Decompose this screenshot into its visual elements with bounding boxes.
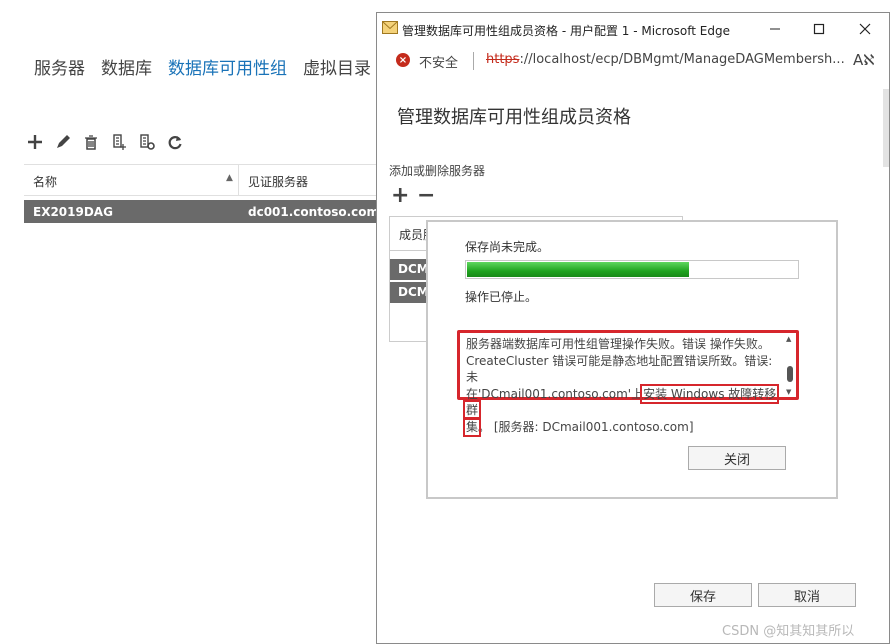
- not-secure-icon[interactable]: ×: [396, 53, 410, 67]
- dag-grid-header: 名称 ▲ 见证服务器: [24, 164, 378, 196]
- close-button[interactable]: 关闭: [688, 446, 786, 470]
- table-row[interactable]: EX2019DAG dc001.contoso.com: [24, 200, 379, 223]
- url-protocol: https: [486, 52, 520, 67]
- error-highlight: 集: [462, 416, 482, 437]
- url-rest: ://localhost/ecp/DBMgmt/ManageDAGMembers…: [519, 52, 845, 67]
- scroll-down-icon[interactable]: ▼: [786, 388, 791, 396]
- network-settings-icon[interactable]: [138, 133, 156, 151]
- minimize-icon[interactable]: [763, 18, 787, 40]
- nav-virtual-dirs[interactable]: 虚拟目录: [303, 54, 371, 79]
- nav-dag[interactable]: 数据库可用性组: [168, 54, 287, 79]
- edit-icon[interactable]: [54, 133, 72, 151]
- top-nav: 服务器 数据库 数据库可用性组 虚拟目录: [34, 54, 371, 79]
- progress-bar: [465, 260, 799, 279]
- window-title: 管理数据库可用性组成员资格 - 用户配置 1 - Microsoft Edge: [402, 24, 730, 38]
- dag-toolbar: [26, 133, 184, 151]
- status-text: 保存尚未完成。: [465, 240, 550, 254]
- window-titlebar: 管理数据库可用性组成员资格 - 用户配置 1 - Microsoft Edge: [377, 13, 889, 46]
- scroll-thumb[interactable]: [787, 366, 793, 382]
- read-aloud-icon[interactable]: Aℵ: [853, 51, 874, 69]
- error-message-box[interactable]: 服务器端数据库可用性组管理操作失败。错误 操作失败。 CreateCluster…: [457, 330, 799, 437]
- security-label[interactable]: 不安全: [419, 52, 458, 71]
- witness-server-cell: dc001.contoso.com: [248, 205, 379, 219]
- stopped-text: 操作已停止。: [465, 290, 538, 304]
- close-window-icon[interactable]: [853, 18, 877, 40]
- add-server-button[interactable]: +: [391, 185, 409, 207]
- save-progress-dialog: 保存尚未完成。 操作已停止。 服务器端数据库可用性组管理操作失败。错误 操作失败…: [426, 220, 838, 499]
- refresh-icon[interactable]: [166, 133, 184, 151]
- nav-servers[interactable]: 服务器: [34, 54, 85, 79]
- edge-popup-window: 管理数据库可用性组成员资格 - 用户配置 1 - Microsoft Edge …: [376, 12, 890, 644]
- nav-databases[interactable]: 数据库: [101, 54, 152, 79]
- watermark: CSDN @知其知其所以: [722, 624, 855, 639]
- progress-fill: [467, 262, 690, 277]
- page-scrollbar[interactable]: [883, 89, 889, 167]
- url-text[interactable]: https://localhost/ecp/DBMgmt/ManageDAGMe…: [486, 52, 845, 67]
- delete-icon[interactable]: [82, 133, 100, 151]
- mail-icon: [382, 21, 398, 34]
- column-name-header[interactable]: 名称: [33, 173, 57, 190]
- error-message: 服务器端数据库可用性组管理操作失败。错误 操作失败。 CreateCluster…: [462, 337, 780, 437]
- maximize-icon[interactable]: [807, 18, 831, 40]
- sort-ascending-icon: ▲: [226, 173, 233, 183]
- add-remove-servers-label: 添加或删除服务器: [389, 164, 486, 178]
- manage-membership-icon[interactable]: [110, 133, 128, 151]
- remove-server-button[interactable]: −: [417, 185, 435, 207]
- address-bar[interactable]: × 不安全 https://localhost/ecp/DBMgmt/Manag…: [377, 46, 889, 76]
- page-title: 管理数据库可用性组成员资格: [397, 107, 631, 128]
- error-scrollbar[interactable]: ▲ ▼: [785, 334, 795, 396]
- dag-name-cell: EX2019DAG: [33, 205, 113, 219]
- cancel-button[interactable]: 取消: [758, 583, 856, 607]
- save-button[interactable]: 保存: [654, 583, 752, 607]
- column-witness-header[interactable]: 见证服务器: [248, 173, 308, 190]
- scroll-up-icon[interactable]: ▲: [786, 335, 791, 343]
- add-icon[interactable]: [26, 133, 44, 151]
